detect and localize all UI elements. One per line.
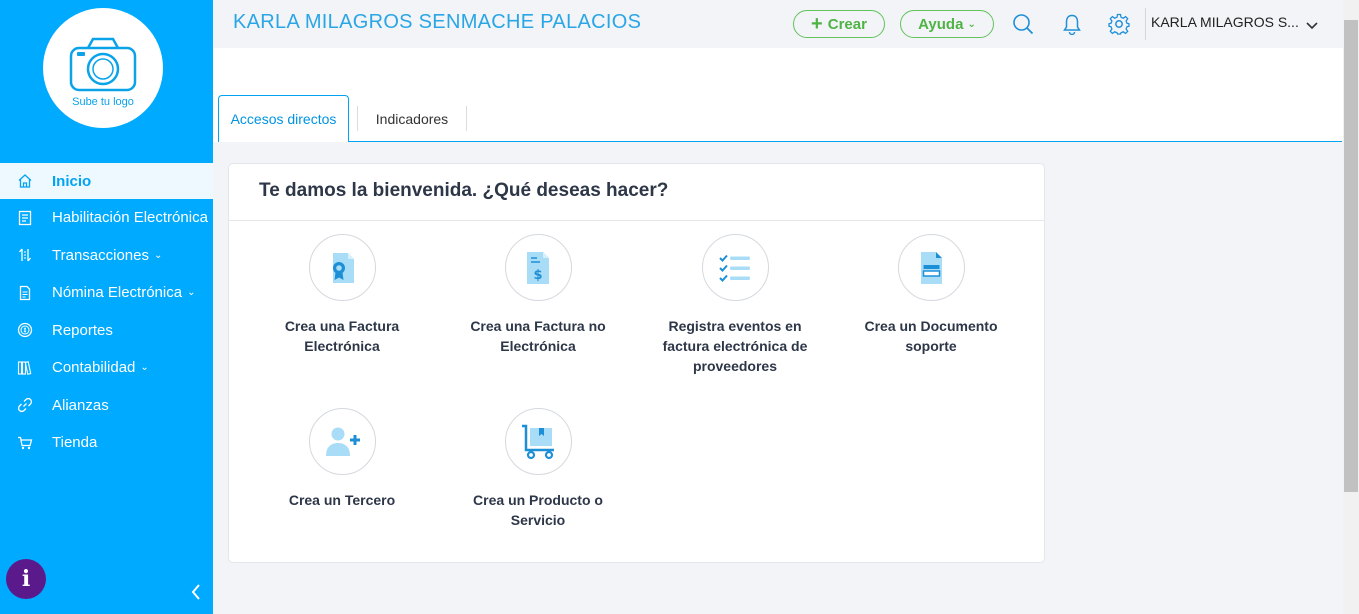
tab-indicadores[interactable]: Indicadores: [357, 106, 467, 131]
action-label: Crea una Factura no Electrónica: [470, 318, 606, 354]
action-label: Crea un Documento soporte: [864, 318, 998, 354]
sidebar: Sube tu logo Inicio Habilitación Electró…: [0, 0, 213, 614]
action-icon-circle: [701, 234, 769, 301]
sidebar-item-alianzas[interactable]: Alianzas: [0, 387, 213, 425]
svg-text:$: $: [533, 268, 542, 283]
sidebar-item-inicio[interactable]: Inicio: [0, 163, 213, 199]
cart-icon: [14, 434, 36, 452]
user-menu-toggle[interactable]: [1306, 17, 1318, 35]
chevron-down-icon: ⌄: [154, 249, 163, 261]
page-scrollbar[interactable]: [1343, 0, 1359, 614]
action-icon-circle: $: [504, 234, 572, 301]
top-header: KARLA MILAGROS SENMACHE PALACIOS + Crear…: [213, 0, 1343, 48]
action-registra-eventos[interactable]: Registra eventos en factura electrónica …: [650, 234, 820, 376]
card-title: Te damos la bienvenida. ¿Qué deseas hace…: [259, 180, 669, 201]
sidebar-item-label: Alianzas: [52, 396, 109, 414]
payroll-icon: [14, 284, 36, 302]
sidebar-item-label: Transacciones: [52, 246, 149, 264]
sidebar-item-label: Tienda: [52, 434, 98, 452]
info-button[interactable]: i: [6, 559, 46, 599]
link-icon: [14, 396, 36, 414]
action-crea-factura-electronica[interactable]: Crea una Factura Electrónica: [257, 234, 427, 356]
action-label: Crea un Tercero: [288, 492, 396, 508]
register-icon: [14, 209, 36, 227]
action-label: Crea un Producto o Servicio: [473, 492, 603, 528]
accounting-icon: [14, 359, 36, 377]
action-crea-producto-servicio[interactable]: Crea un Producto o Servicio: [453, 408, 623, 530]
crear-label: Crear: [827, 15, 867, 33]
gear-icon: [1108, 13, 1130, 35]
scrollbar-thumb[interactable]: [1344, 20, 1358, 492]
sidebar-item-label: Nómina Electrónica: [52, 284, 183, 302]
welcome-card: Te damos la bienvenida. ¿Qué deseas hace…: [228, 163, 1045, 563]
company-name: KARLA MILAGROS SENMACHE PALACIOS: [233, 11, 642, 33]
upload-logo-label: Sube tu logo: [72, 96, 134, 108]
action-icon-circle: [308, 408, 376, 475]
transactions-icon: [14, 246, 36, 264]
chevron-down-icon: [1306, 22, 1318, 30]
sidebar-item-tienda[interactable]: Tienda: [0, 424, 213, 462]
checklist-icon: [719, 254, 750, 282]
sidebar-item-label: Habilitación Electrónica: [52, 209, 208, 227]
card-divider: [229, 220, 1044, 221]
chevron-down-icon: ⌄: [140, 362, 149, 374]
product-cart-icon: [522, 424, 554, 459]
home-icon: [14, 172, 36, 190]
sidebar-item-reportes[interactable]: Reportes: [0, 312, 213, 350]
add-user-icon: [326, 427, 360, 456]
search-button[interactable]: [1011, 12, 1035, 36]
action-label: Registra eventos en factura electrónica …: [662, 318, 808, 374]
sidebar-item-habilitacion[interactable]: Habilitación Electrónica: [0, 199, 213, 237]
sidebar-item-transacciones[interactable]: Transacciones ⌄: [0, 237, 213, 275]
action-label: Crea una Factura Electrónica: [284, 318, 400, 354]
chevron-left-icon: [191, 584, 200, 600]
plus-icon: +: [811, 13, 823, 35]
settings-button[interactable]: [1107, 12, 1131, 36]
sidebar-item-label: Inicio: [52, 172, 92, 190]
tab-accesos-directos[interactable]: Accesos directos: [218, 95, 349, 142]
upload-logo-button[interactable]: Sube tu logo: [43, 8, 163, 128]
sidebar-item-label: Contabilidad: [52, 359, 136, 377]
support-document-icon: [921, 251, 942, 284]
sidebar-item-contabilidad[interactable]: Contabilidad ⌄: [0, 349, 213, 387]
collapse-sidebar-button[interactable]: [186, 580, 206, 604]
chevron-down-icon: ⌄: [187, 287, 196, 299]
action-crea-tercero[interactable]: Crea un Tercero: [257, 408, 427, 510]
action-crea-factura-no-electronica[interactable]: $ Crea una Factura no Electrónica: [453, 234, 623, 356]
ayuda-label: Ayuda: [918, 15, 964, 33]
reports-icon: [14, 321, 36, 339]
invoice-dollar-icon: $: [527, 251, 549, 284]
sidebar-item-label: Reportes: [52, 321, 113, 339]
bell-icon: [1063, 14, 1081, 35]
action-icon-circle: [504, 408, 572, 475]
action-icon-circle: [308, 234, 376, 301]
crear-button[interactable]: + Crear: [793, 10, 885, 38]
sidebar-item-nomina[interactable]: Nómina Electrónica ⌄: [0, 274, 213, 312]
action-crea-documento-soporte[interactable]: Crea un Documento soporte: [846, 234, 1016, 356]
notifications-button[interactable]: [1060, 12, 1084, 36]
search-icon: [1013, 14, 1034, 35]
ayuda-button[interactable]: Ayuda ⌄: [900, 10, 994, 38]
chevron-down-icon: ⌄: [967, 18, 976, 30]
user-menu[interactable]: KARLA MILAGROS S...: [1151, 14, 1299, 30]
header-divider: [1145, 8, 1146, 40]
invoice-award-icon: [333, 252, 354, 283]
action-icon-circle: [897, 234, 965, 301]
sidebar-nav: Inicio Habilitación Electrónica Transacc…: [0, 163, 213, 462]
camera-icon: [69, 37, 137, 92]
tabs-underline: [348, 141, 1342, 142]
